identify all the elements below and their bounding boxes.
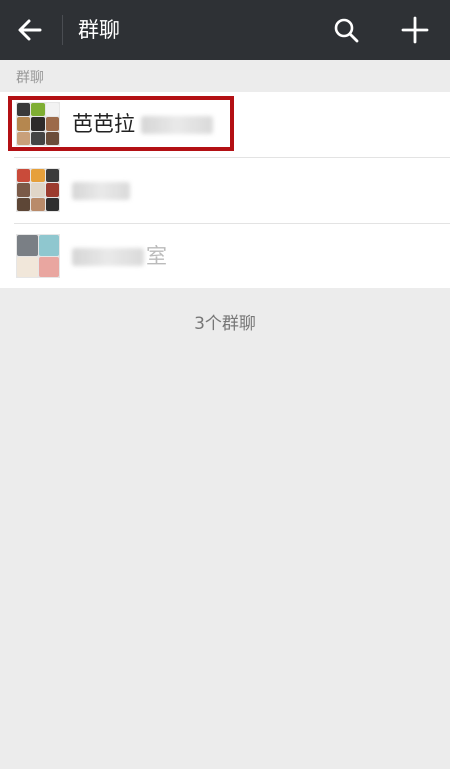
add-button[interactable] [399, 14, 431, 46]
avatar [16, 102, 60, 146]
group-name [72, 177, 130, 203]
group-row-1[interactable]: 芭芭拉 [0, 92, 450, 156]
plus-icon [401, 16, 429, 44]
group-list: 芭芭拉 室 [0, 92, 450, 288]
back-button[interactable] [14, 14, 46, 46]
group-row-2[interactable] [0, 158, 450, 222]
group-name: 室 [72, 243, 167, 269]
avatar [16, 234, 60, 278]
group-name-suffix: 室 [146, 244, 167, 268]
search-icon [334, 18, 359, 43]
top-bar: 群聊 [0, 0, 450, 60]
group-name-text: 芭芭拉 [72, 112, 135, 136]
group-count: 3个群聊 [194, 314, 256, 334]
search-button[interactable] [330, 14, 362, 46]
group-name: 芭芭拉 [72, 111, 213, 137]
arrow-left-icon [18, 19, 42, 41]
group-name-obscured [141, 116, 213, 134]
group-row-3[interactable]: 室 [0, 224, 450, 288]
section-header: 群聊 [16, 70, 44, 86]
group-name-obscured [72, 248, 144, 266]
header-divider [62, 15, 63, 45]
group-name-obscured [72, 182, 130, 200]
avatar [16, 168, 60, 212]
page-title: 群聊 [78, 18, 120, 42]
